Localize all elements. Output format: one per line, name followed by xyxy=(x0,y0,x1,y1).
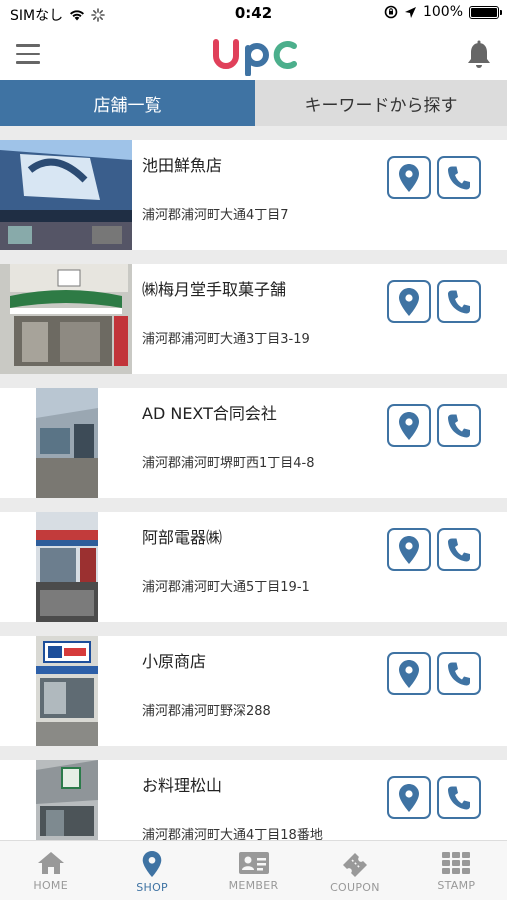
tab-shop-list[interactable]: 店舗一覧 xyxy=(0,80,255,126)
shop-name: 小原商店 xyxy=(142,652,207,671)
shop-name: AD NEXT合同会社 xyxy=(142,404,277,423)
shop-name: 池田鮮魚店 xyxy=(142,156,223,175)
shop-address: 浦河郡浦河町野深288 xyxy=(142,704,271,719)
shop-list-item[interactable]: AD NEXT合同会社 浦河郡浦河町堺町西1丁目4-8 xyxy=(0,388,507,498)
coupon-icon xyxy=(342,853,367,877)
map-pin-icon xyxy=(399,287,419,316)
app-header: upc xyxy=(0,28,507,80)
shop-address: 浦河郡浦河町大通4丁目7 xyxy=(142,208,289,223)
shop-photo xyxy=(0,512,132,622)
shop-photo xyxy=(0,760,132,840)
bottom-nav: HOME SHOP MEMBER COUPON STAMP xyxy=(0,840,507,900)
phone-button[interactable] xyxy=(437,652,481,695)
tab-keyword-search[interactable]: キーワードから探す xyxy=(255,80,507,126)
shop-list-item[interactable]: 阿部電器㈱ 浦河郡浦河町大通5丁目19-1 xyxy=(0,512,507,622)
phone-icon xyxy=(448,414,470,437)
nav-coupon[interactable]: COUPON xyxy=(304,841,405,900)
nav-member[interactable]: MEMBER xyxy=(203,841,304,900)
status-right: 100% xyxy=(384,4,502,20)
map-pin-icon xyxy=(399,163,419,192)
phone-button[interactable] xyxy=(437,156,481,199)
shop-address: 浦河郡浦河町大通5丁目19-1 xyxy=(142,580,310,595)
phone-icon xyxy=(448,538,470,561)
shop-list-item[interactable]: ㈱梅月堂手取菓子舗 浦河郡浦河町大通3丁目3-19 xyxy=(0,264,507,374)
nav-label-home: HOME xyxy=(33,879,68,892)
shop-name: ㈱梅月堂手取菓子舗 xyxy=(142,280,287,299)
logo-text: upc xyxy=(210,32,212,33)
battery-percent: 100% xyxy=(422,4,463,20)
nav-label-coupon: COUPON xyxy=(330,881,380,894)
phone-button[interactable] xyxy=(437,776,481,819)
shop-photo xyxy=(0,264,132,374)
shop-address: 浦河郡浦河町大通3丁目3-19 xyxy=(142,332,310,347)
nav-label-member: MEMBER xyxy=(228,879,279,892)
map-button[interactable] xyxy=(387,404,431,447)
shop-list[interactable]: 池田鮮魚店 浦河郡浦河町大通4丁目7 ㈱梅月堂手取菓子舗 浦河郡浦河町大通3丁目… xyxy=(0,126,507,840)
nav-label-shop: SHOP xyxy=(136,881,168,894)
phone-button[interactable] xyxy=(437,404,481,447)
menu-icon[interactable] xyxy=(16,44,40,64)
shop-photo xyxy=(0,388,132,498)
map-button[interactable] xyxy=(387,652,431,695)
rotation-lock-icon xyxy=(384,5,398,19)
shop-photo xyxy=(0,140,132,250)
map-button[interactable] xyxy=(387,156,431,199)
home-icon xyxy=(37,852,64,874)
shop-name: お料理松山 xyxy=(142,776,223,795)
phone-button[interactable] xyxy=(437,528,481,571)
nav-home[interactable]: HOME xyxy=(0,841,101,900)
map-pin-icon xyxy=(399,783,419,812)
nav-stamp[interactable]: STAMP xyxy=(406,841,507,900)
location-arrow-icon xyxy=(404,6,416,18)
stamp-grid-icon xyxy=(442,852,471,874)
map-button[interactable] xyxy=(387,528,431,571)
map-button[interactable] xyxy=(387,280,431,323)
status-bar: SIMなし 0:42 100% xyxy=(0,0,507,28)
shop-list-item[interactable]: お料理松山 浦河郡浦河町大通4丁目18番地 xyxy=(0,760,507,840)
shop-photo xyxy=(0,636,132,746)
shop-name: 阿部電器㈱ xyxy=(142,528,223,547)
upc-logo: upc xyxy=(210,32,297,76)
nav-label-stamp: STAMP xyxy=(437,879,476,892)
shop-list-item[interactable]: 池田鮮魚店 浦河郡浦河町大通4丁目7 xyxy=(0,140,507,250)
tab-bar: 店舗一覧 キーワードから探す xyxy=(0,80,507,126)
phone-icon xyxy=(448,166,470,189)
map-pin-icon xyxy=(399,411,419,440)
shop-address: 浦河郡浦河町大通4丁目18番地 xyxy=(142,828,323,840)
shop-address: 浦河郡浦河町堺町西1丁目4-8 xyxy=(142,456,315,471)
phone-button[interactable] xyxy=(437,280,481,323)
battery-fill xyxy=(471,7,497,17)
battery-icon xyxy=(469,5,502,19)
map-button[interactable] xyxy=(387,776,431,819)
phone-icon xyxy=(448,786,470,809)
phone-icon xyxy=(448,290,470,313)
nav-shop[interactable]: SHOP xyxy=(101,841,202,900)
phone-icon xyxy=(448,662,470,685)
shop-list-item[interactable]: 小原商店 浦河郡浦河町野深288 xyxy=(0,636,507,746)
member-card-icon xyxy=(238,852,269,874)
notification-bell-icon[interactable] xyxy=(465,40,493,70)
map-pin-icon xyxy=(399,659,419,688)
map-pin-icon xyxy=(142,851,162,877)
map-pin-icon xyxy=(399,535,419,564)
